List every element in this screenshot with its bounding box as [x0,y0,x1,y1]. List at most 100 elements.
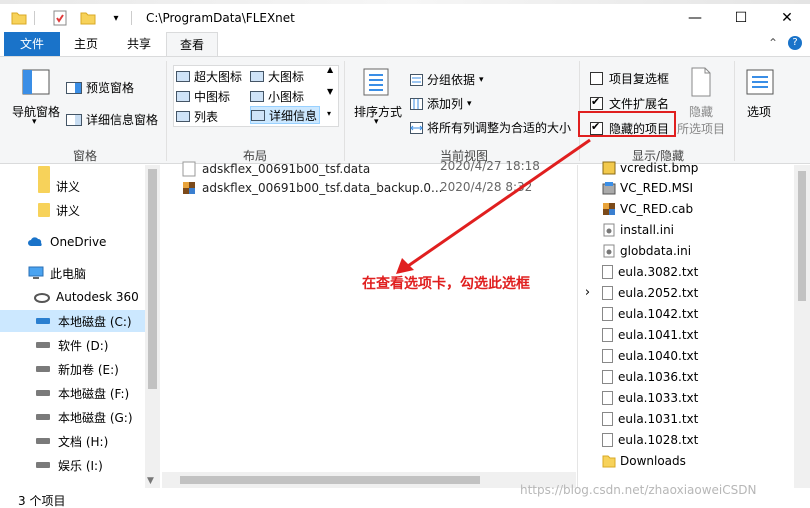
drive-icon [36,342,50,348]
divider [344,61,345,161]
help-icon[interactable]: ? [788,36,802,50]
nav-scrollbar[interactable] [145,165,160,488]
text-file-icon [602,411,613,426]
nav-item-drive-c[interactable]: 本地磁盘 (C:) [0,310,145,332]
right-scrollbar[interactable] [794,165,810,488]
right-scroll-thumb[interactable] [798,171,806,301]
minimize-button[interactable]: — [672,4,718,32]
watermark: https://blog.csdn.net/zhaoxiaoweiCSDN [520,483,757,497]
nav-item-handout-1[interactable]: 讲义 [0,175,145,197]
file-extensions-toggle[interactable]: 文件扩展名 [590,95,669,112]
drive-icon [36,438,50,444]
drive-icon [36,366,50,372]
fit-columns-button[interactable]: 将所有列调整为合适的大小 [410,119,571,136]
group-by-label: 分组依据 [427,73,476,87]
group-by-button[interactable]: 分组依据 ▾ [410,71,484,88]
nav-item-handout-2[interactable]: 讲义 [0,199,145,221]
nav-item-onedrive[interactable]: OneDrive [0,231,145,253]
preview-pane-label: 预览窗格 [86,81,135,95]
nav-item-drive-i[interactable]: 娱乐 (I:) [0,454,145,476]
add-columns-button[interactable]: 添加列 ▾ [410,95,472,112]
hscroll-thumb[interactable] [180,476,480,484]
sort-by-dropdown-icon[interactable]: ▾ [374,117,379,127]
new-folder-icon[interactable] [79,9,97,27]
list-item[interactable]: eula.1041.txt [602,324,698,345]
list-item[interactable]: eula.1040.txt [602,345,698,366]
file-extensions-checkbox[interactable] [590,95,603,110]
list-item[interactable]: eula.3082.txt [602,261,698,282]
preview-pane-button[interactable]: 预览窗格 [66,79,134,96]
hide-selected-button[interactable]: 隐藏 [689,103,713,120]
layout-small-icons[interactable]: 小图标 [250,87,304,105]
file-row[interactable]: adskflex_00691b00_tsf.data_backup.0... [182,177,442,199]
list-item[interactable]: install.ini [602,219,674,240]
layout-scroll-down-icon[interactable]: ▼ [327,87,333,96]
layout-expand-icon[interactable]: ▾ [327,109,331,118]
ribbon-toggle-icon[interactable]: ⌃ [768,36,778,50]
item-checkboxes-toggle[interactable]: 项目复选框 [590,70,669,87]
maximize-button[interactable]: ☐ [718,4,764,32]
chevron-down-icon[interactable]: ▾ [107,9,125,27]
highlight-box [578,111,676,137]
list-item[interactable]: eula.1028.txt [602,429,698,450]
item-checkboxes-checkbox[interactable] [590,72,603,85]
list-item[interactable]: eula.1033.txt [602,387,698,408]
folder-icon[interactable] [10,9,28,27]
nav-item-drive-f[interactable]: 本地磁盘 (F:) [0,382,145,404]
list-item[interactable]: VC_RED.MSI [602,177,693,198]
details-pane-button[interactable]: 详细信息窗格 [66,111,158,128]
navigation-pane: 讲义 讲义 OneDrive 此电脑 Autodesk 360 本地磁盘 (C:… [0,165,160,488]
hide-selected-icon [690,67,712,100]
layout-gallery: 超大图标 大图标 中图标 小图标 列表 详细信息 [173,65,339,127]
package-file-icon [183,182,195,194]
layout-large-icons[interactable]: 大图标 [250,67,304,85]
layout-medium-icons[interactable]: 中图标 [176,87,230,105]
text-file-icon [602,264,613,279]
folder-icon [38,203,50,217]
layout-list[interactable]: 列表 [176,107,218,125]
nav-item-drive-h[interactable]: 文档 (H:) [0,430,145,452]
list-item[interactable]: vcredist.bmp [602,157,698,178]
nav-item-drive-g[interactable]: 本地磁盘 (G:) [0,406,145,428]
list-item[interactable]: VC_RED.cab [602,198,693,219]
close-button[interactable]: ✕ [764,4,810,32]
text-file-icon [602,327,613,342]
list-item[interactable]: eula.2052.txt [602,282,698,303]
list-item[interactable]: eula.1036.txt [602,366,698,387]
properties-icon[interactable] [51,9,69,27]
list-item[interactable]: Downloads [602,450,686,471]
nav-scroll-down-icon[interactable]: ▼ [147,476,154,486]
file-list-hscrollbar[interactable] [162,472,576,488]
cloud-icon [28,237,42,246]
package-file-icon [603,202,615,215]
preview-toggle[interactable]: › [577,165,597,488]
fit-columns-label: 将所有列调整为合适的大小 [427,121,572,135]
chevron-down-icon: ▾ [479,74,484,85]
file-date: 2020/4/27 18:18 [440,159,540,173]
ini-file-icon [603,223,615,236]
list-item[interactable]: eula.1031.txt [602,408,698,429]
nav-scroll-thumb[interactable] [148,169,157,389]
navigation-pane-dropdown-icon[interactable]: ▾ [32,117,37,127]
layout-details[interactable]: 详细信息 [250,106,321,124]
nav-item-autodesk-360[interactable]: Autodesk 360 [0,286,145,308]
nav-item-this-pc[interactable]: 此电脑 [0,262,145,284]
divider [34,11,35,25]
layout-extra-large-icons[interactable]: 超大图标 [176,67,242,85]
layout-scroll-up-icon[interactable]: ▲ [327,65,333,74]
text-file-icon [602,390,613,405]
options-button[interactable]: 选项 [747,103,771,120]
folder-icon [602,455,616,467]
chevron-right-icon[interactable]: › [580,285,595,307]
nav-item-drive-e[interactable]: 新加卷 (E:) [0,358,145,380]
tab-view[interactable]: 查看 [166,32,218,56]
tab-home[interactable]: 主页 [60,32,112,56]
tab-file[interactable]: 文件 [4,32,60,56]
drive-icon [36,414,50,420]
list-item[interactable]: eula.1042.txt [602,303,698,324]
data-file-icon [182,161,196,177]
list-item[interactable]: globdata.ini [602,240,691,261]
add-columns-icon [410,97,423,110]
nav-item-drive-d[interactable]: 软件 (D:) [0,334,145,356]
tab-share[interactable]: 共享 [112,32,166,56]
